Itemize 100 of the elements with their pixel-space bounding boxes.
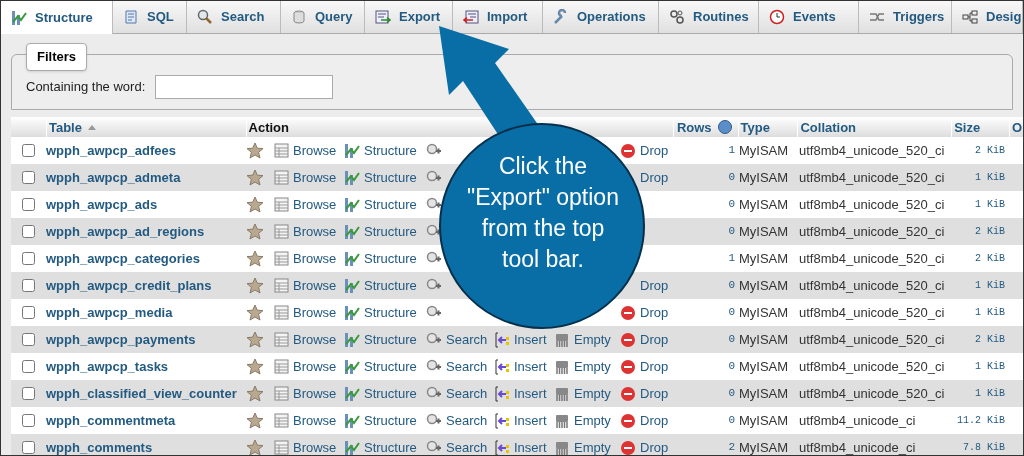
row-checkbox[interactable] <box>22 441 35 454</box>
browse-link[interactable]: Browse <box>274 329 337 350</box>
structure-link[interactable]: Structure <box>344 410 417 431</box>
search-link[interactable]: Search <box>426 437 488 455</box>
empty-link[interactable]: Empty <box>554 329 611 350</box>
star-icon[interactable] <box>246 331 264 348</box>
table-name-link[interactable]: wpph_awpcp_admeta <box>46 169 181 185</box>
star-icon[interactable] <box>246 277 264 294</box>
table-name-link[interactable]: wpph_comments <box>46 439 153 455</box>
tab[interactable]: Routines <box>659 1 759 33</box>
star-icon[interactable] <box>246 358 264 375</box>
browse-link[interactable]: Browse <box>274 356 337 377</box>
row-checkbox[interactable] <box>22 387 35 400</box>
filter-input[interactable] <box>155 75 334 99</box>
table-name-link[interactable]: wpph_awpcp_ad_regions <box>46 223 205 239</box>
structure-link[interactable]: Structure <box>344 248 417 269</box>
star-icon[interactable] <box>246 250 264 267</box>
browse-link[interactable]: Browse <box>274 221 337 242</box>
structure-link[interactable]: Structure <box>344 329 417 350</box>
table-name-link[interactable]: wpph_awpcp_tasks <box>46 358 169 374</box>
drop-link[interactable]: Drop <box>620 383 669 404</box>
drop-link[interactable]: Drop <box>620 437 669 455</box>
browse-link[interactable]: Browse <box>274 437 337 455</box>
insert-link[interactable]: Insert <box>494 329 547 350</box>
tab[interactable]: Query <box>281 1 365 33</box>
empty-link[interactable]: Empty <box>554 437 611 455</box>
structure-link[interactable]: Structure <box>344 437 417 455</box>
row-checkbox[interactable] <box>22 306 35 319</box>
insert-link[interactable]: Insert <box>494 410 547 431</box>
star-icon[interactable] <box>246 412 264 429</box>
row-checkbox[interactable] <box>22 414 35 427</box>
row-checkbox[interactable] <box>22 252 35 265</box>
insert-link[interactable]: Insert <box>494 383 547 404</box>
structure-link[interactable]: Structure <box>344 302 417 323</box>
row-checkbox[interactable] <box>22 198 35 211</box>
column-header[interactable]: Type <box>740 117 770 137</box>
structure-link[interactable]: Structure <box>344 221 417 242</box>
structure-link[interactable]: Structure <box>344 356 417 377</box>
table-name-link[interactable]: wpph_awpcp_adfees <box>46 142 177 158</box>
row-checkbox[interactable] <box>22 171 35 184</box>
browse-link[interactable]: Browse <box>274 248 337 269</box>
table-name-link[interactable]: wpph_commentmeta <box>46 412 176 428</box>
structure-link[interactable]: Structure <box>344 167 417 188</box>
structure-link[interactable]: Structure <box>344 383 417 404</box>
browse-link[interactable]: Browse <box>274 383 337 404</box>
star-icon[interactable] <box>246 196 264 213</box>
row-checkbox[interactable] <box>22 144 35 157</box>
browse-link[interactable]: Browse <box>274 302 337 323</box>
star-icon[interactable] <box>246 169 264 186</box>
structure-link[interactable]: Structure <box>344 275 417 296</box>
star-icon[interactable] <box>246 142 264 159</box>
tab[interactable]: Export <box>365 1 453 33</box>
drop-link[interactable]: Drop <box>620 302 669 323</box>
row-checkbox[interactable] <box>22 333 35 346</box>
browse-link[interactable]: Browse <box>274 194 337 215</box>
tab[interactable]: Search <box>187 1 281 33</box>
table-name-link[interactable]: wpph_awpcp_categories <box>46 250 200 266</box>
row-checkbox[interactable] <box>22 225 35 238</box>
star-icon[interactable] <box>246 223 264 240</box>
column-header[interactable]: Collation <box>800 117 857 137</box>
empty-link[interactable]: Empty <box>554 410 611 431</box>
drop-link[interactable]: Drop <box>640 275 669 296</box>
tab[interactable]: Import <box>453 1 543 33</box>
column-header[interactable]: Table <box>48 117 82 137</box>
table-name-link[interactable]: wpph_awpcp_media <box>46 304 173 320</box>
table-name-link[interactable]: wpph_awpcp_payments <box>46 331 196 347</box>
browse-link[interactable]: Browse <box>274 410 337 431</box>
search-link[interactable]: Search <box>426 410 488 431</box>
tab[interactable]: SQL <box>113 1 187 33</box>
drop-link[interactable]: Drop <box>620 356 669 377</box>
row-checkbox[interactable] <box>22 360 35 373</box>
browse-link[interactable]: Browse <box>274 167 337 188</box>
tab[interactable]: Events <box>759 1 859 33</box>
drop-link[interactable]: Drop <box>620 329 669 350</box>
empty-link[interactable]: Empty <box>554 356 611 377</box>
browse-link[interactable]: Browse <box>274 275 337 296</box>
column-header[interactable]: O <box>1012 117 1023 137</box>
tab[interactable]: Operations <box>543 1 659 33</box>
structure-link[interactable]: Structure <box>344 194 417 215</box>
insert-link[interactable]: Insert <box>494 437 547 455</box>
tab[interactable]: Triggers <box>859 1 952 33</box>
browse-link[interactable]: Browse <box>274 140 337 161</box>
star-icon[interactable] <box>246 385 264 402</box>
drop-link[interactable]: Drop <box>640 167 669 188</box>
structure-link[interactable]: Structure <box>344 140 417 161</box>
column-header[interactable]: Size <box>954 117 981 137</box>
sort-arrow-icon[interactable] <box>87 124 96 130</box>
search-link[interactable]: Search <box>426 383 488 404</box>
insert-link[interactable]: Insert <box>494 356 547 377</box>
drop-link[interactable]: Drop <box>620 410 669 431</box>
tab[interactable]: Structure <box>1 1 113 34</box>
table-name-link[interactable]: wpph_awpcp_credit_plans <box>46 277 212 293</box>
star-icon[interactable] <box>246 304 264 321</box>
table-name-link[interactable]: wpph_classified_view_counter <box>46 385 237 401</box>
table-name-link[interactable]: wpph_awpcp_ads <box>46 196 158 212</box>
drop-link[interactable]: Drop <box>620 140 669 161</box>
tab[interactable]: Desig <box>952 1 1023 33</box>
star-icon[interactable] <box>246 439 264 455</box>
empty-link[interactable]: Empty <box>554 383 611 404</box>
row-checkbox[interactable] <box>22 279 35 292</box>
